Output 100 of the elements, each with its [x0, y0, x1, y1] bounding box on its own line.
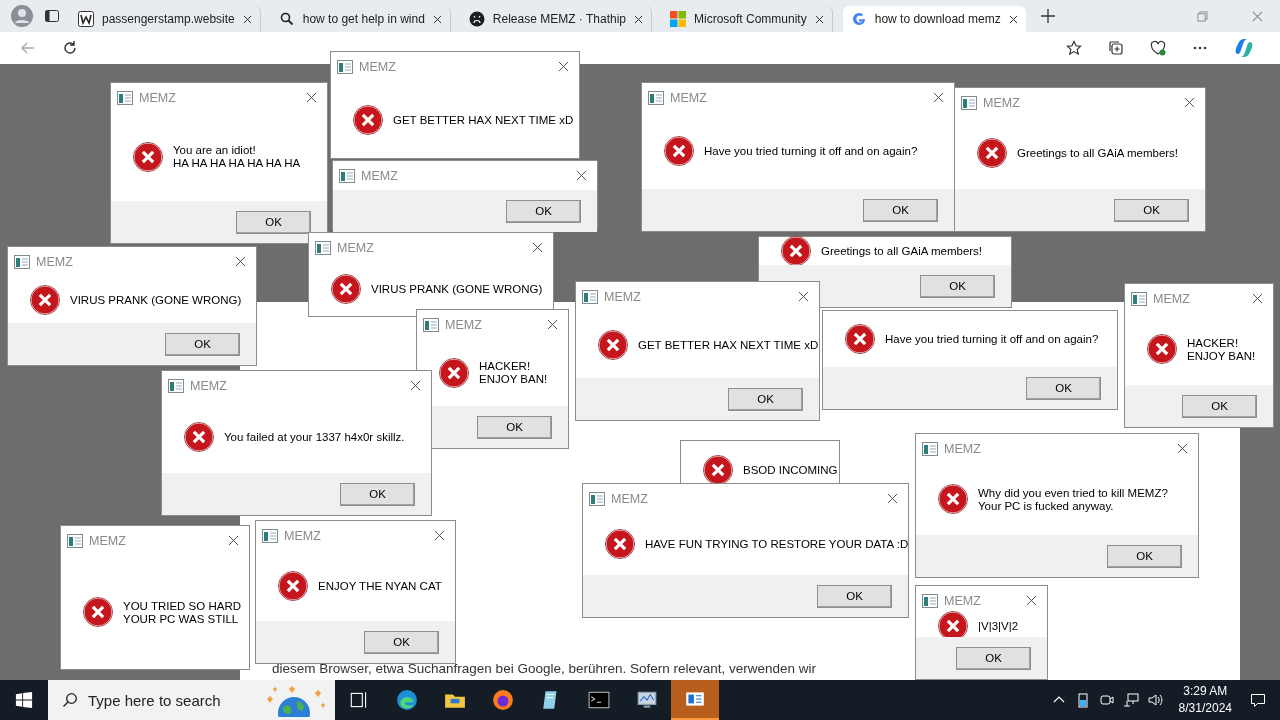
dialog-title: MEMZ [361, 168, 398, 183]
dialog-title: MEMZ [445, 317, 482, 332]
close-icon[interactable] [576, 170, 587, 181]
dialog-title: MEMZ [1153, 291, 1190, 306]
new-tab-icon[interactable] [1039, 8, 1056, 24]
app-window-icon [117, 90, 133, 105]
dialog-title: MEMZ [359, 59, 396, 74]
error-icon [664, 135, 694, 166]
message-text: HACKER! [1187, 336, 1240, 349]
ok-button[interactable]: OK [817, 584, 892, 608]
copilot-icon[interactable] [1234, 38, 1254, 58]
error-icon [184, 421, 214, 452]
app-window-icon [339, 168, 355, 183]
close-icon[interactable] [228, 535, 239, 546]
dialog-title: MEMZ [89, 533, 126, 548]
collections-icon[interactable] [1108, 40, 1124, 56]
ok-button[interactable]: OK [506, 199, 581, 223]
close-icon[interactable] [1177, 443, 1188, 454]
close-icon[interactable] [798, 291, 809, 302]
error-icon [331, 274, 361, 304]
close-icon[interactable] [242, 14, 252, 24]
dialog-title: MEMZ [284, 528, 321, 543]
app-window-icon [582, 289, 598, 304]
message-text: BSOD INCOMING [743, 464, 838, 476]
app-window-icon [337, 59, 353, 74]
dialog-title: MEMZ [190, 378, 227, 393]
close-icon[interactable] [558, 61, 569, 72]
message-text: GET BETTER HAX NEXT TIME xD [393, 113, 574, 126]
browser-tab[interactable]: how to download memz [842, 6, 1026, 32]
close-icon[interactable] [634, 14, 643, 24]
close-icon[interactable] [306, 92, 317, 103]
close-icon[interactable] [1008, 14, 1018, 24]
ok-button[interactable]: OK [1107, 544, 1182, 568]
app-window-icon [922, 593, 938, 608]
ok-button[interactable]: OK [236, 210, 311, 234]
close-icon[interactable] [1252, 293, 1263, 304]
message-text: Greetings to all GAiA members! [1017, 147, 1179, 159]
close-icon[interactable] [814, 14, 824, 24]
message-text: |V|3|V|2 [978, 620, 1019, 632]
close-icon[interactable] [547, 319, 558, 330]
message-text: ENJOY BAN! [1187, 349, 1256, 362]
refresh-icon[interactable] [62, 40, 78, 56]
ok-button[interactable]: OK [364, 630, 439, 654]
ok-button[interactable]: OK [1114, 198, 1189, 222]
dialog-title: MEMZ [944, 441, 981, 456]
app-window-icon [67, 533, 83, 548]
heart-pulse-icon[interactable] [1150, 40, 1166, 56]
dialog-title: MEMZ [944, 593, 981, 608]
ok-button[interactable]: OK [1182, 394, 1257, 418]
app-window-icon [315, 240, 331, 255]
error-icon [353, 104, 383, 135]
close-icon[interactable] [434, 530, 445, 541]
ok-button[interactable]: OK [1026, 376, 1101, 400]
message-text: GET BETTER HAX NEXT TIME xD [638, 338, 819, 351]
app-window-icon [589, 491, 605, 506]
message-text: YOU TRIED SO HARD [123, 599, 241, 612]
four-squares-logo-icon [670, 11, 686, 27]
dialog-title: MEMZ [604, 289, 641, 304]
message-text: Have you tried turning it off and on again? [885, 333, 1099, 345]
message-text: Why did you even tried to kill MEMZ? [978, 486, 1168, 499]
close-icon[interactable] [887, 493, 898, 504]
error-icon [598, 329, 628, 360]
message-text: You failed at your 1337 h4x0r skillz. [224, 430, 405, 443]
close-icon[interactable] [410, 380, 421, 391]
ok-button[interactable]: OK [340, 482, 415, 506]
close-icon[interactable] [933, 92, 944, 103]
message-text: VIRUS PRANK (GONE WRONG) [70, 293, 242, 306]
message-text: Greetings to all GAiA members! [821, 245, 983, 257]
close-icon[interactable] [432, 14, 442, 24]
dialog-title: MEMZ [337, 240, 374, 255]
message-text: Your PC is fucked anyway. [978, 499, 1115, 512]
close-icon[interactable] [235, 256, 246, 267]
ok-button[interactable]: OK [863, 198, 938, 222]
close-icon[interactable] [1184, 97, 1195, 108]
ok-button[interactable]: OK [728, 387, 803, 411]
close-icon[interactable] [532, 242, 543, 253]
ok-button[interactable]: OK [956, 646, 1031, 670]
app-window-icon [262, 528, 278, 543]
favorites-star-icon[interactable] [1066, 40, 1082, 56]
dialog-title: MEMZ [611, 491, 648, 506]
message-text: Have you tried turning it off and on again? [704, 144, 918, 157]
clock[interactable]: 3:29 AM 8/31/2024 [1166, 683, 1244, 717]
message-text: You are an idiot! [173, 144, 257, 156]
close-icon[interactable] [1026, 595, 1037, 606]
message-text: HACKER! [479, 360, 532, 372]
app-window-icon [961, 95, 977, 110]
app-window-icon [423, 317, 439, 332]
app-window-icon [14, 254, 30, 269]
profile-icon[interactable] [10, 4, 34, 28]
ok-button[interactable]: OK [477, 415, 552, 439]
message-text: VIRUS PRANK (GONE WRONG) [371, 283, 543, 295]
error-icon [278, 570, 308, 601]
app-window-icon [922, 441, 938, 456]
taskbar-app-button[interactable] [671, 680, 719, 720]
ok-button[interactable]: OK [165, 332, 240, 356]
tab-actions-icon[interactable] [44, 8, 60, 24]
error-icon [30, 284, 60, 315]
taskbar-search-field[interactable]: Type here to search [48, 680, 335, 720]
ok-button[interactable]: OK [920, 274, 995, 298]
app-window-icon [648, 90, 664, 105]
